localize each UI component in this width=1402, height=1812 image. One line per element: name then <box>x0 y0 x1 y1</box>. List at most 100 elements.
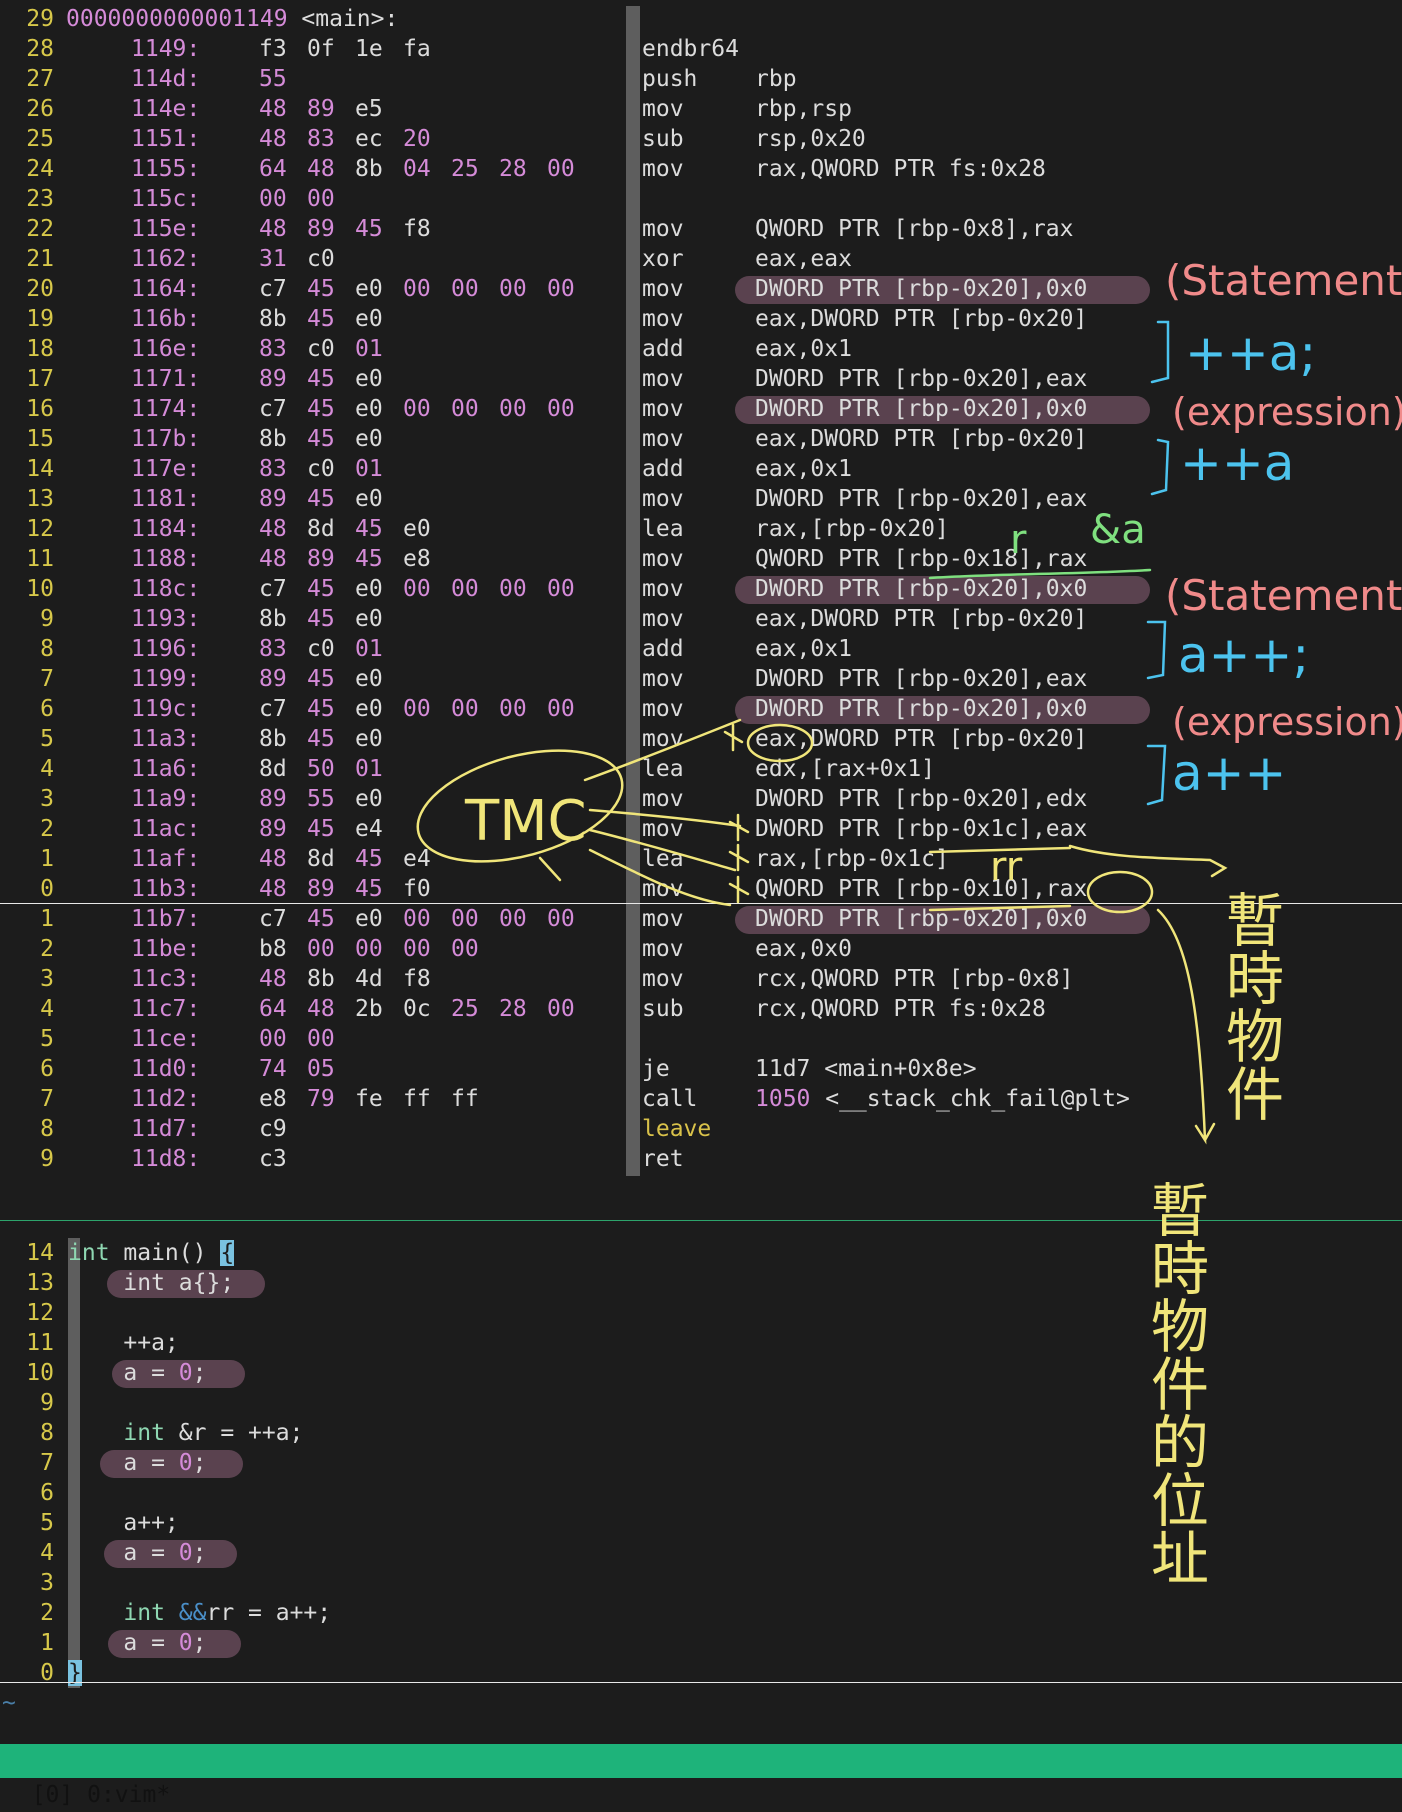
opcode-byte: c0 <box>307 246 335 272</box>
source-line[interactable]: 14 int main() { <box>0 1238 1402 1268</box>
opcode-byte: 48 <box>307 156 335 182</box>
asm-line[interactable]: 4 11c7: 64 48 2b 0c 25 28 00 sub rcx,QWORD PTR fs:… <box>0 994 1402 1024</box>
source-line[interactable]: 4 a = 0; <box>0 1538 1402 1568</box>
opcode-byte: 83 <box>259 336 287 362</box>
line-number: 9 <box>40 1390 54 1416</box>
source-line[interactable]: 1 a = 0; <box>0 1628 1402 1658</box>
pane-separator[interactable] <box>0 1220 1402 1221</box>
source-line[interactable]: 12 <box>0 1298 1402 1328</box>
asm-line[interactable]: 13 1181: 89 45 e0 mov DWORD PTR [rbp-0x20],eax <box>0 484 1402 514</box>
line-number: 21 <box>26 246 54 272</box>
asm-line[interactable]: 22 115e: 48 89 45 f8 mov QWORD PTR [rbp-0x8],ra… <box>0 214 1402 244</box>
asm-line[interactable]: 11 1188: 48 89 45 e8 mov QWORD PTR [rbp-0x18],r… <box>0 544 1402 574</box>
opcode-byte: 00 <box>259 1026 287 1052</box>
window-list[interactable]: [0] 0:vim* <box>32 1782 170 1808</box>
mnemonic: push <box>642 66 698 92</box>
asm-line[interactable]: 24 1155: 64 48 8b 04 25 28 00 mov rax,QWORD PTR fs… <box>0 154 1402 184</box>
source-line[interactable]: 3 <box>0 1568 1402 1598</box>
asm-line[interactable]: 9 11d8: c3 ret <box>0 1144 1402 1174</box>
cursor-line <box>0 1682 1402 1683</box>
opcode-byte: 89 <box>259 366 287 392</box>
asm-header-line[interactable]: 29 0000000000001149 <main>: <box>0 4 1402 34</box>
opcode-byte: e4 <box>355 816 383 842</box>
asm-line[interactable]: 7 1199: 89 45 e0 mov DWORD PTR [rbp-0x20],eax <box>0 664 1402 694</box>
code-token: main() <box>109 1240 221 1266</box>
asm-line[interactable]: 18 116e: 83 c0 01 add eax,0x1 <box>0 334 1402 364</box>
instruction-address: 1155: <box>131 156 201 182</box>
asm-line[interactable]: 6 119c: c7 45 e0 00 00 00 00 mov DWORD PTR [rbp-0x… <box>0 694 1402 724</box>
opcode-byte: 01 <box>355 636 383 662</box>
asm-line[interactable]: 7 11d2: e8 79 fe ff ff call 1050 <__stack_chk_fa… <box>0 1084 1402 1114</box>
asm-line[interactable]: 28 1149: f3 0f 1e fa endbr64 <box>0 34 1402 64</box>
mnemonic: mov <box>642 486 684 512</box>
opcode-byte: 00 <box>403 936 431 962</box>
asm-line[interactable]: 10 118c: c7 45 e0 00 00 00 00 mov DWORD PTR [rbp-0… <box>0 574 1402 604</box>
operand: DWORD PTR [rbp-0x20],0x0 <box>755 396 1088 422</box>
opcode-byte: 00 <box>499 696 527 722</box>
source-line[interactable]: 7 a = 0; <box>0 1448 1402 1478</box>
asm-line[interactable]: 14 117e: 83 c0 01 add eax,0x1 <box>0 454 1402 484</box>
source-line[interactable]: 5 a++; <box>0 1508 1402 1538</box>
instruction-address: 1174: <box>131 396 201 422</box>
opcode-byte: 01 <box>355 336 383 362</box>
instruction-address: 1193: <box>131 606 201 632</box>
opcode-byte: e0 <box>355 786 383 812</box>
asm-line[interactable]: 21 1162: 31 c0 xor eax,eax <box>0 244 1402 274</box>
opcode-byte: 45 <box>355 546 383 572</box>
opcode-byte: e0 <box>355 366 383 392</box>
source-line[interactable]: 13 int a{}; <box>0 1268 1402 1298</box>
asm-line[interactable]: 5 11ce: 00 00 <box>0 1024 1402 1054</box>
source-line[interactable]: 0} <box>0 1658 1402 1688</box>
source-line[interactable]: 11 ++a; <box>0 1328 1402 1358</box>
source-line[interactable]: 10 a = 0; <box>0 1358 1402 1388</box>
instruction-address: 11a9: <box>131 786 201 812</box>
source-line[interactable]: 8 int &r = ++a; <box>0 1418 1402 1448</box>
asm-line[interactable]: 6 11d0: 74 05 je 11d7 <main+0x8e> <box>0 1054 1402 1084</box>
line-number: 3 <box>40 1570 54 1596</box>
asm-line[interactable]: 3 11c3: 48 8b 4d f8 mov rcx,QWORD PTR [rbp-0x8] <box>0 964 1402 994</box>
operand: QWORD PTR [rbp-0x10],rax <box>755 876 1088 902</box>
source-pane[interactable]: 14 int main() {13 int a{}; 12 11 ++a; 10 a =… <box>0 1236 1402 1706</box>
asm-line[interactable]: 4 11a6: 8d 50 01 lea edx,[rax+0x1] <box>0 754 1402 784</box>
asm-line[interactable]: 3 11a9: 89 55 e0 mov DWORD PTR [rbp-0x20],edx <box>0 784 1402 814</box>
asm-line[interactable]: 26 114e: 48 89 e5 mov rbp,rsp <box>0 94 1402 124</box>
operand: QWORD PTR [rbp-0x8],rax <box>755 216 1074 242</box>
asm-line[interactable]: 1 11b7: c7 45 e0 00 00 00 00 mov DWORD PTR [rbp-0x… <box>0 904 1402 934</box>
opcode-byte: 83 <box>259 456 287 482</box>
tmux-status-bar[interactable]: [0] 0:vim* <box>0 1744 1402 1808</box>
asm-line[interactable]: 12 1184: 48 8d 45 e0 lea rax,[rbp-0x20] <box>0 514 1402 544</box>
source-line[interactable]: 6 <box>0 1478 1402 1508</box>
asm-line[interactable]: 16 1174: c7 45 e0 00 00 00 00 mov DWORD PTR [rbp-0… <box>0 394 1402 424</box>
asm-line[interactable]: 2 11be: b8 00 00 00 00 mov eax,0x0 <box>0 934 1402 964</box>
asm-line[interactable]: 9 1193: 8b 45 e0 mov eax,DWORD PTR [rbp-0x20] <box>0 604 1402 634</box>
asm-line[interactable]: 0 11b3: 48 89 45 f0 mov QWORD PTR [rbp-0x10],ra… <box>0 874 1402 904</box>
source-line[interactable]: 2 int &&rr = a++; <box>0 1598 1402 1628</box>
asm-line[interactable]: 1 11af: 48 8d 45 e4 lea rax,[rbp-0x1c] <box>0 844 1402 874</box>
asm-line[interactable]: 15 117b: 8b 45 e0 mov eax,DWORD PTR [rbp-0x20] <box>0 424 1402 454</box>
opcode-byte: 25 <box>451 156 479 182</box>
line-number: 25 <box>26 126 54 152</box>
opcode-byte: 48 <box>259 876 287 902</box>
source-line[interactable]: 9 <box>0 1388 1402 1418</box>
asm-line[interactable]: 20 1164: c7 45 e0 00 00 00 00 mov DWORD PTR [rbp-0… <box>0 274 1402 304</box>
asm-line[interactable]: 23 115c: 00 00 <box>0 184 1402 214</box>
asm-line[interactable]: 19 116b: 8b 45 e0 mov eax,DWORD PTR [rbp-0x20] <box>0 304 1402 334</box>
asm-line[interactable]: 2 11ac: 89 45 e4 mov DWORD PTR [rbp-0x1c],eax <box>0 814 1402 844</box>
mnemonic: leave <box>642 1116 712 1142</box>
opcode-byte: e0 <box>355 396 383 422</box>
disassembly-pane[interactable]: 29 0000000000001149 <main>: 28 1149: f3 0f 1e f… <box>0 0 1402 1205</box>
asm-line[interactable]: 8 1196: 83 c0 01 add eax,0x1 <box>0 634 1402 664</box>
opcode-byte: 31 <box>259 246 287 272</box>
asm-line[interactable]: 8 11d7: c9 leave <box>0 1114 1402 1144</box>
opcode-byte: 00 <box>403 906 431 932</box>
mnemonic: mov <box>642 156 684 182</box>
opcode-byte: 8d <box>307 846 335 872</box>
asm-line[interactable]: 5 11a3: 8b 45 e0 mov eax,DWORD PTR [rbp-0x20] <box>0 724 1402 754</box>
asm-line[interactable]: 25 1151: 48 83 ec 20 sub rsp,0x20 <box>0 124 1402 154</box>
operand: eax,DWORD PTR [rbp-0x20] <box>755 306 1088 332</box>
asm-line[interactable]: 17 1171: 89 45 e0 mov DWORD PTR [rbp-0x20],eax <box>0 364 1402 394</box>
asm-line[interactable]: 27 114d: 55 push rbp <box>0 64 1402 94</box>
operand: DWORD PTR [rbp-0x20],0x0 <box>755 276 1088 302</box>
opcode-byte: 45 <box>307 396 335 422</box>
